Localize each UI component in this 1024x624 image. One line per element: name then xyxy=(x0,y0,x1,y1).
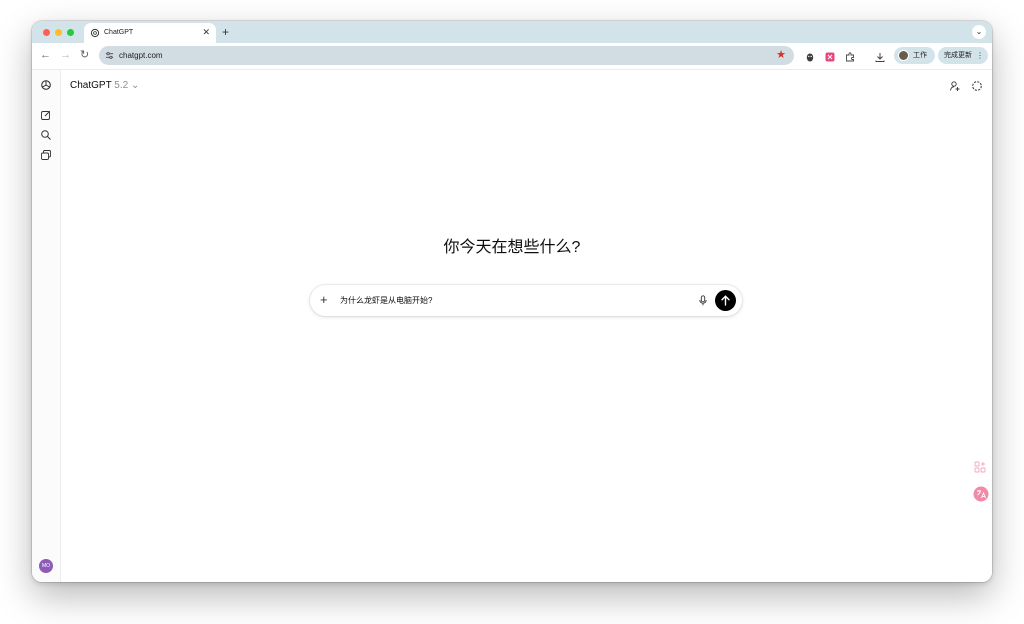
model-version: 5.2 xyxy=(114,80,129,91)
temporary-chat-icon[interactable] xyxy=(971,80,983,92)
new-chat-icon[interactable] xyxy=(40,109,52,121)
user-avatar[interactable]: MO xyxy=(39,559,53,573)
tab-strip: ChatGPT ✕ + ⌄ xyxy=(32,21,992,43)
address-bar[interactable]: chatgpt.com ★ xyxy=(99,46,794,65)
grid-icon[interactable] xyxy=(973,460,987,474)
profile-label: 工作 xyxy=(913,52,927,59)
maximize-window-button[interactable] xyxy=(67,29,74,36)
chatgpt-favicon-icon xyxy=(90,28,100,38)
chevron-down-icon: ⌄ xyxy=(130,80,140,91)
library-icon[interactable] xyxy=(40,149,52,161)
extension-face-icon[interactable] xyxy=(804,51,816,63)
model-selector[interactable]: ChatGPT 5.2 ⌄ xyxy=(70,79,139,92)
reload-button[interactable]: ↻ xyxy=(80,49,89,62)
browser-menu-icon[interactable]: ⋮ xyxy=(976,50,984,61)
tab-close-icon[interactable]: ✕ xyxy=(202,27,210,38)
tab-search-button[interactable]: ⌄ xyxy=(972,25,986,39)
url-text: chatgpt.com xyxy=(119,51,163,60)
bookmark-star-icon[interactable]: ★ xyxy=(776,49,786,62)
prompt-input[interactable]: 为什么龙虾是从电脑开始? xyxy=(340,295,432,306)
browser-window: ChatGPT ✕ + ⌄ ← → ↻ chatgpt.com ★ 工作 完成更… xyxy=(32,21,992,582)
add-attachment-button[interactable]: + xyxy=(320,292,328,308)
page-title: 你今天在想些什么? xyxy=(443,239,581,256)
close-window-button[interactable] xyxy=(43,29,50,36)
profile-avatar xyxy=(898,50,909,61)
search-icon[interactable] xyxy=(40,129,52,141)
model-name: ChatGPT xyxy=(70,80,112,91)
site-info-icon[interactable] xyxy=(105,51,114,60)
forward-button[interactable]: → xyxy=(60,49,71,62)
chatgpt-logo-icon[interactable] xyxy=(40,79,52,91)
download-icon[interactable] xyxy=(874,51,886,63)
arrow-up-icon xyxy=(721,295,730,306)
minimize-window-button[interactable] xyxy=(55,29,62,36)
update-label: 完成更新 xyxy=(944,52,972,59)
extension-pink-icon[interactable] xyxy=(824,51,836,63)
sidebar: MO xyxy=(32,70,61,582)
prompt-composer[interactable]: + 为什么龙虾是从电脑开始? xyxy=(310,285,742,316)
new-tab-button[interactable]: + xyxy=(222,25,229,39)
translate-icon[interactable] xyxy=(973,486,989,502)
tab-chatgpt[interactable]: ChatGPT ✕ xyxy=(84,23,216,43)
extensions-puzzle-icon[interactable] xyxy=(844,51,856,63)
tab-title: ChatGPT xyxy=(104,29,134,36)
update-button[interactable]: 完成更新 ⋮ xyxy=(938,47,988,64)
profile-button[interactable]: 工作 xyxy=(894,47,935,64)
send-button[interactable] xyxy=(715,290,736,311)
mic-icon[interactable] xyxy=(698,295,708,306)
page-content: MO ChatGPT 5.2 ⌄ 你今天在想些什么? + 为什么龙虾是从电脑开始… xyxy=(32,69,992,582)
back-button[interactable]: ← xyxy=(40,49,51,62)
share-icon[interactable] xyxy=(949,80,961,92)
